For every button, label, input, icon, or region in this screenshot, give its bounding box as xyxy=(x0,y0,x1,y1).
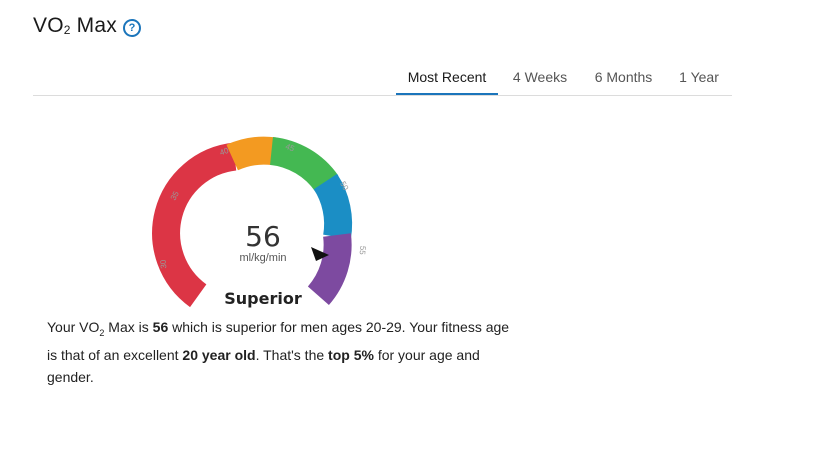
tab-most-recent[interactable]: Most Recent xyxy=(396,69,498,95)
vo2-unit: ml/kg/min xyxy=(239,252,286,264)
tab-1-year[interactable]: 1 Year xyxy=(674,69,724,95)
vo2-description: Your VO2 Max is 56 which is superior for… xyxy=(47,319,510,385)
tab-4-weeks[interactable]: 4 Weeks xyxy=(507,69,573,95)
gauge-segment-superior xyxy=(307,233,352,305)
page-title: VO2 Max xyxy=(33,14,117,37)
gauge-segment-fair xyxy=(226,136,276,171)
vo2-value: 56 xyxy=(245,220,281,253)
gauge-segment-good xyxy=(269,136,339,193)
vo2-max-gauge: 30 35 40 45 50 55 56 ml/kg/min Superior xyxy=(152,136,368,308)
time-range-tabs: Most Recent 4 Weeks 6 Months 1 Year xyxy=(33,64,732,96)
tab-6-months[interactable]: 6 Months xyxy=(587,69,660,95)
gauge-tick-label: 55 xyxy=(358,245,368,255)
gauge-segment-excellent xyxy=(313,173,353,240)
gauge-segment-poor xyxy=(152,142,237,308)
page-header: VO2 Max ? xyxy=(33,14,141,38)
gauge-tick-label: 30 xyxy=(159,259,169,269)
question-circle-icon[interactable]: ? xyxy=(122,18,141,37)
vo2-rating: Superior xyxy=(224,289,302,308)
